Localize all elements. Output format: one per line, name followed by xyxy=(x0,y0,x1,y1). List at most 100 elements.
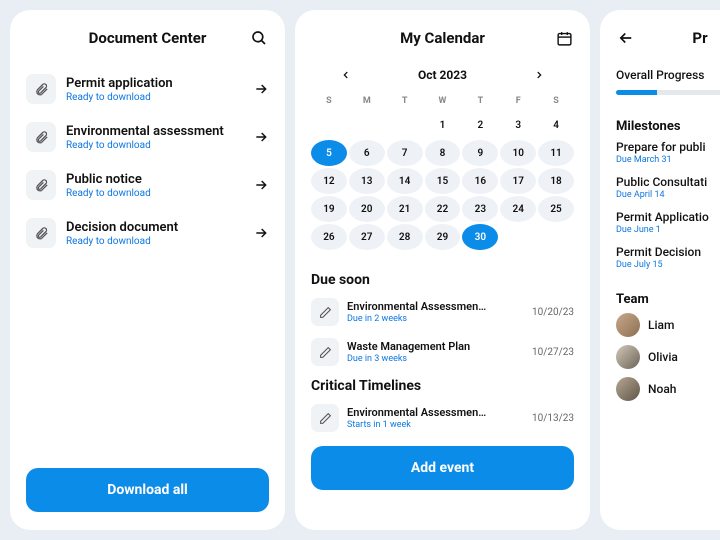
avatar xyxy=(616,377,640,401)
milestone-item[interactable]: Permit ApplicatioDue June 1 xyxy=(616,210,720,235)
document-name: Permit application xyxy=(66,76,243,91)
avatar xyxy=(616,345,640,369)
header: My Calendar xyxy=(311,28,574,48)
document-item[interactable]: Permit applicationReady to download xyxy=(26,68,269,110)
arrow-right-icon xyxy=(253,81,269,97)
document-item[interactable]: Public noticeReady to download xyxy=(26,164,269,206)
calendar-day[interactable]: 19 xyxy=(311,196,347,222)
calendar-day[interactable]: 6 xyxy=(349,140,385,166)
calendar-day[interactable]: 15 xyxy=(425,168,461,194)
document-status: Ready to download xyxy=(66,92,243,103)
calendar-icon[interactable] xyxy=(554,28,574,48)
overall-label: Overall Progress xyxy=(616,68,720,82)
event-item[interactable]: Waste Management PlanDue in 3 weeks 10/2… xyxy=(311,334,574,370)
progress-panel: Pr Overall Progress Milestones Prepare f… xyxy=(600,10,720,530)
header: Document Center xyxy=(26,28,269,48)
calendar-day[interactable]: 22 xyxy=(425,196,461,222)
critical-list: Environmental Assessmen…Starts in 1 week… xyxy=(311,400,574,436)
arrow-right-icon xyxy=(253,225,269,241)
document-name: Environmental assessment xyxy=(66,124,243,139)
calendar-day-selected[interactable]: 5 xyxy=(311,140,347,166)
milestone-list: Prepare for publiDue March 31 Public Con… xyxy=(616,140,720,270)
arrow-right-icon xyxy=(253,129,269,145)
download-all-button[interactable]: Download all xyxy=(26,468,269,512)
next-month-icon[interactable] xyxy=(534,70,544,80)
event-sub: Due in 3 weeks xyxy=(347,354,524,364)
event-sub: Due in 2 weeks xyxy=(347,314,524,324)
event-date: 10/20/23 xyxy=(532,307,574,318)
milestone-item[interactable]: Public ConsultatiDue April 14 xyxy=(616,175,720,200)
section-title: Team xyxy=(616,292,720,307)
prev-month-icon[interactable] xyxy=(341,70,351,80)
arrow-right-icon xyxy=(253,177,269,193)
calendar-day[interactable]: 9 xyxy=(462,140,498,166)
calendar-day[interactable]: 12 xyxy=(311,168,347,194)
calendar-day[interactable]: 23 xyxy=(462,196,498,222)
calendar-day[interactable]: 13 xyxy=(349,168,385,194)
avatar xyxy=(616,313,640,337)
calendar-panel: My Calendar Oct 2023 SMTWTFS ...1234 567… xyxy=(295,10,590,530)
section-title: Due soon xyxy=(311,272,574,288)
document-status: Ready to download xyxy=(66,188,243,199)
pencil-icon xyxy=(311,404,339,432)
calendar-day[interactable]: 26 xyxy=(311,224,347,250)
calendar-day[interactable]: 18 xyxy=(538,168,574,194)
calendar-day[interactable]: 3 xyxy=(500,112,536,138)
document-name: Public notice xyxy=(66,172,243,187)
section-title: Milestones xyxy=(616,119,720,134)
search-icon[interactable] xyxy=(249,28,269,48)
document-name: Decision document xyxy=(66,220,243,235)
pencil-icon xyxy=(311,338,339,366)
calendar-day[interactable]: 2 xyxy=(462,112,498,138)
attachment-icon xyxy=(26,122,56,152)
calendar-day[interactable]: 14 xyxy=(387,168,423,194)
team-member[interactable]: Noah xyxy=(616,377,720,401)
document-center-panel: Document Center Permit applicationReady … xyxy=(10,10,285,530)
calendar-day[interactable]: 11 xyxy=(538,140,574,166)
header: Pr xyxy=(616,28,720,48)
calendar-day[interactable]: 17 xyxy=(500,168,536,194)
progress-fill xyxy=(616,90,657,95)
team-member[interactable]: Liam xyxy=(616,313,720,337)
document-status: Ready to download xyxy=(66,236,243,247)
event-item[interactable]: Environmental Assessmen…Due in 2 weeks 1… xyxy=(311,294,574,330)
milestone-item[interactable]: Permit DecisionDue July 15 xyxy=(616,245,720,270)
calendar-day[interactable]: 8 xyxy=(425,140,461,166)
panel-title: Document Center xyxy=(46,29,249,47)
event-item[interactable]: Environmental Assessmen…Starts in 1 week… xyxy=(311,400,574,436)
calendar-day[interactable]: 7 xyxy=(387,140,423,166)
calendar-day-selected[interactable]: 30 xyxy=(462,224,498,250)
calendar-day[interactable]: 20 xyxy=(349,196,385,222)
month-nav: Oct 2023 xyxy=(311,68,574,82)
document-list: Permit applicationReady to download Envi… xyxy=(26,68,269,468)
attachment-icon xyxy=(26,218,56,248)
event-name: Environmental Assessmen… xyxy=(347,406,524,419)
back-icon[interactable] xyxy=(616,28,636,48)
month-label: Oct 2023 xyxy=(418,68,467,82)
calendar-day[interactable]: 10 xyxy=(500,140,536,166)
document-item[interactable]: Decision documentReady to download xyxy=(26,212,269,254)
event-date: 10/27/23 xyxy=(532,347,574,358)
attachment-icon xyxy=(26,170,56,200)
calendar-day[interactable]: 21 xyxy=(387,196,423,222)
team-member[interactable]: Olivia xyxy=(616,345,720,369)
attachment-icon xyxy=(26,74,56,104)
document-item[interactable]: Environmental assessmentReady to downloa… xyxy=(26,116,269,158)
team-list: Liam Olivia Noah xyxy=(616,313,720,401)
section-title: Critical Timelines xyxy=(311,378,574,394)
calendar-day[interactable]: 16 xyxy=(462,168,498,194)
calendar-day[interactable]: 24 xyxy=(500,196,536,222)
document-status: Ready to download xyxy=(66,140,243,151)
calendar-day[interactable]: 28 xyxy=(387,224,423,250)
event-name: Waste Management Plan xyxy=(347,340,524,353)
add-event-button[interactable]: Add event xyxy=(311,446,574,490)
calendar-day[interactable]: 29 xyxy=(425,224,461,250)
milestone-item[interactable]: Prepare for publiDue March 31 xyxy=(616,140,720,165)
calendar-day[interactable]: 1 xyxy=(425,112,461,138)
event-name: Environmental Assessmen… xyxy=(347,300,524,313)
event-sub: Starts in 1 week xyxy=(347,420,524,430)
calendar-grid: SMTWTFS ...1234 567891011 12131415161718… xyxy=(311,92,574,250)
calendar-day[interactable]: 25 xyxy=(538,196,574,222)
calendar-day[interactable]: 27 xyxy=(349,224,385,250)
calendar-day[interactable]: 4 xyxy=(538,112,574,138)
